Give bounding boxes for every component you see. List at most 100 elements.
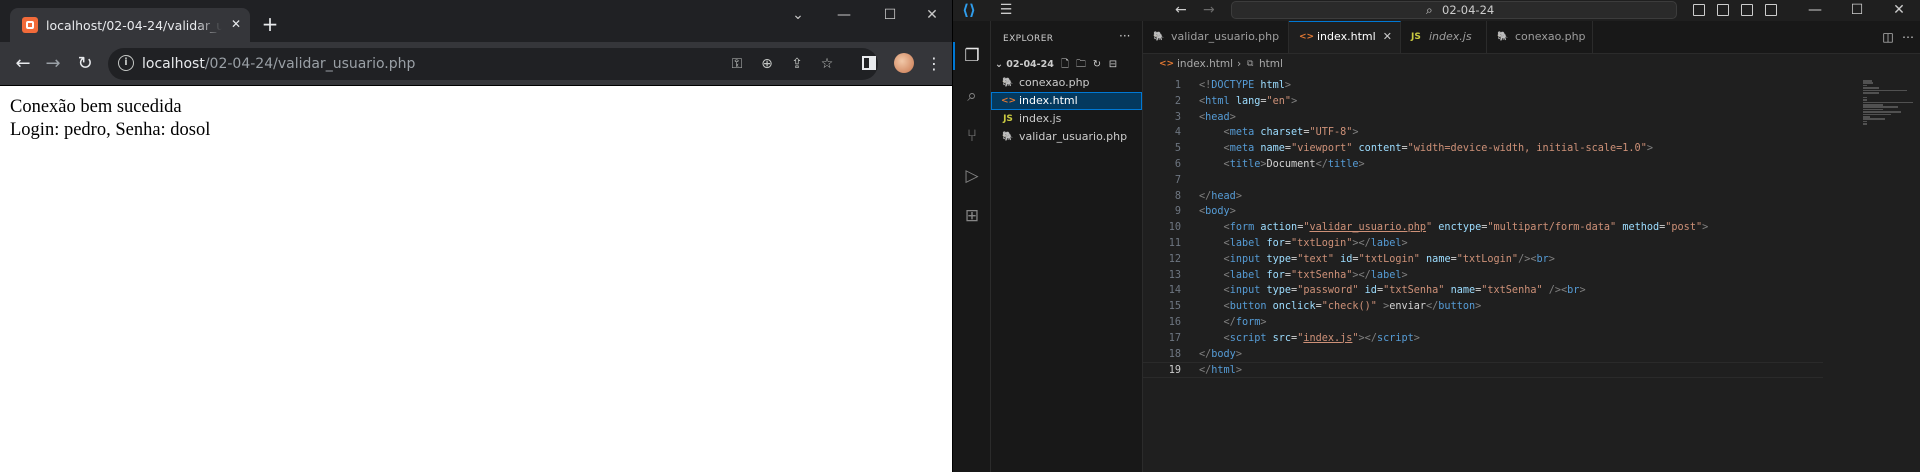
- back-icon[interactable]: ←: [1175, 1, 1193, 19]
- back-icon[interactable]: ←: [10, 51, 36, 77]
- tab-label: index.js: [1429, 30, 1472, 43]
- code-line[interactable]: 9 <body>: [1143, 204, 1823, 220]
- file-item-validar-usuario[interactable]: 🐘 validar_usuario.php: [991, 128, 1142, 146]
- file-label: index.html: [1019, 94, 1078, 107]
- code-token: for: [1266, 269, 1285, 281]
- new-folder-icon[interactable]: 🗀: [1075, 58, 1087, 72]
- toggle-secondary-sidebar-icon[interactable]: [1741, 4, 1753, 16]
- maximize-button[interactable]: ☐: [1837, 0, 1877, 21]
- xampp-favicon-icon: [22, 17, 38, 33]
- code-line[interactable]: 8 </head>: [1143, 189, 1823, 205]
- code-line[interactable]: 10 <form action="validar_usuario.php" en…: [1143, 220, 1823, 236]
- share-icon[interactable]: ⇪: [786, 53, 808, 75]
- command-center[interactable]: ⌕ 02-04-24: [1231, 1, 1677, 19]
- code-line[interactable]: 1 <!DOCTYPE html>: [1143, 78, 1823, 94]
- code-line[interactable]: 12 <input type="text" id="txtLogin" name…: [1143, 252, 1823, 268]
- split-editor-icon[interactable]: ◫: [1881, 30, 1895, 44]
- code-line[interactable]: 16 </form>: [1143, 315, 1823, 331]
- close-window-button[interactable]: ✕: [1879, 0, 1919, 21]
- html-icon: <>: [1159, 59, 1175, 69]
- side-panel-icon[interactable]: [862, 56, 876, 70]
- tab-index-js[interactable]: JS index.js: [1401, 21, 1487, 53]
- customize-layout-icon[interactable]: [1765, 4, 1777, 16]
- new-tab-button[interactable]: +: [258, 12, 282, 36]
- file-item-index-html[interactable]: <> index.html: [991, 92, 1142, 110]
- file-label: validar_usuario.php: [1019, 130, 1128, 143]
- tab-index-html[interactable]: <> index.html ✕: [1289, 21, 1401, 53]
- code-line[interactable]: 4 <meta charset="UTF-8">: [1143, 125, 1823, 141]
- minimize-button[interactable]: —: [824, 4, 864, 26]
- toggle-sidebar-icon[interactable]: [1693, 4, 1705, 16]
- search-icon: ⌕: [1426, 3, 1433, 17]
- code-line[interactable]: 7: [1143, 173, 1823, 189]
- close-tab-icon[interactable]: ✕: [228, 16, 244, 32]
- code-token: src: [1272, 332, 1292, 344]
- file-item-conexao[interactable]: 🐘 conexao.php: [991, 74, 1142, 92]
- code-line[interactable]: 19 </html>: [1143, 362, 1823, 379]
- menu-icon[interactable]: ⋮: [926, 53, 942, 75]
- tab-conexao[interactable]: 🐘 conexao.php: [1487, 21, 1593, 53]
- tab-validar-usuario[interactable]: 🐘 validar_usuario.php: [1143, 21, 1289, 53]
- page-line-connection: Conexão bem sucedida: [10, 97, 182, 117]
- forward-icon[interactable]: →: [40, 51, 66, 77]
- code-line[interactable]: 15 <button onclick="check()" >enviar</bu…: [1143, 299, 1823, 315]
- minimize-button[interactable]: —: [1795, 0, 1835, 21]
- code-token: "post": [1665, 222, 1703, 234]
- code-token: method: [1622, 222, 1660, 234]
- code-token: enctype: [1438, 222, 1482, 234]
- browser-toolbar: ← → ↻ i localhost/02-04-24/validar_usuar…: [0, 42, 952, 86]
- more-actions-icon[interactable]: ···: [1119, 29, 1130, 43]
- code-token: meta: [1229, 127, 1255, 139]
- code-token: >: [1475, 301, 1482, 313]
- info-icon[interactable]: i: [118, 55, 134, 71]
- file-item-index-js[interactable]: JS index.js: [991, 110, 1142, 128]
- url-path: /02-04-24/validar_usuario.php: [204, 56, 416, 72]
- code-token: ></: [1352, 238, 1371, 249]
- url-text[interactable]: localhost/02-04-24/validar_usuario.php: [142, 54, 415, 74]
- run-debug-icon[interactable]: ▷: [961, 165, 983, 187]
- code-line[interactable]: 11 <label for="txtLogin"></label>: [1143, 236, 1823, 252]
- close-icon[interactable]: ✕: [1383, 22, 1392, 52]
- code-line[interactable]: 6 <title>Document</title>: [1143, 157, 1823, 173]
- tab-label: validar_usuario.php: [1171, 30, 1280, 43]
- code-token: html: [1205, 95, 1230, 107]
- code-line[interactable]: 2 <html lang="en">: [1143, 94, 1823, 110]
- key-icon[interactable]: ⚿: [726, 53, 748, 75]
- more-actions-icon[interactable]: ⋯: [1901, 30, 1915, 44]
- minimap[interactable]: [1861, 80, 1920, 140]
- star-icon[interactable]: ☆: [816, 53, 838, 75]
- code-line[interactable]: 3 <head>: [1143, 110, 1823, 126]
- code-line[interactable]: 18 </body>: [1143, 347, 1823, 363]
- code-token: >: [1413, 332, 1420, 344]
- collapse-all-icon[interactable]: ⊟: [1107, 58, 1119, 72]
- code-line[interactable]: 5 <meta name="viewport" content="width=d…: [1143, 141, 1823, 157]
- minimap-line: [1863, 84, 1867, 87]
- breadcrumb-element[interactable]: html: [1259, 54, 1283, 74]
- toggle-panel-icon[interactable]: [1717, 4, 1729, 16]
- code-line[interactable]: 17 <script src="index.js"></script>: [1143, 331, 1823, 347]
- menu-icon[interactable]: ☰: [997, 1, 1015, 19]
- code-token: label: [1229, 238, 1261, 249]
- zoom-icon[interactable]: ⊕: [756, 53, 778, 75]
- code-line[interactable]: 13 <label for="txtSenha"></label>: [1143, 268, 1823, 284]
- reload-icon[interactable]: ↻: [72, 51, 98, 77]
- explorer-icon[interactable]: ❐: [961, 45, 983, 67]
- avatar[interactable]: [894, 53, 914, 73]
- extensions-icon[interactable]: ⊞: [961, 205, 983, 227]
- new-file-icon[interactable]: 🗋: [1059, 58, 1071, 72]
- source-control-icon[interactable]: ⑂: [961, 125, 983, 147]
- address-bar[interactable]: i localhost/02-04-24/validar_usuario.php…: [108, 48, 878, 80]
- tab-search-icon[interactable]: ⌄: [778, 4, 818, 26]
- maximize-button[interactable]: ☐: [870, 4, 910, 26]
- breadcrumb-file[interactable]: index.html: [1177, 54, 1233, 74]
- refresh-icon[interactable]: ↻: [1091, 58, 1103, 72]
- page-content: Conexão bem sucedida Login: pedro, Senha…: [10, 96, 910, 142]
- browser-tab[interactable]: localhost/02-04-24/validar_usuario ✕: [10, 8, 250, 42]
- code-line[interactable]: 14 <input type="password" id="txtSenha" …: [1143, 283, 1823, 299]
- search-icon[interactable]: ⌕: [961, 85, 983, 107]
- forward-icon[interactable]: →: [1203, 1, 1221, 19]
- code-token: html: [1211, 365, 1236, 377]
- close-window-button[interactable]: ✕: [912, 4, 952, 26]
- code-editor[interactable]: 1 <!DOCTYPE html> 2 <html lang="en"> 3 <head>…: [1143, 74, 1920, 472]
